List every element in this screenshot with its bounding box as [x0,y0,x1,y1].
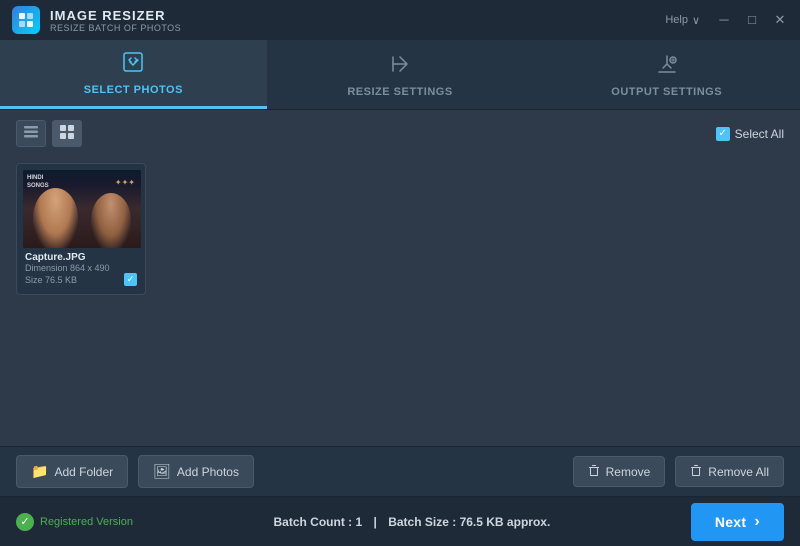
app-title: IMAGE RESIZER [50,8,181,23]
photo-checkbox[interactable]: ✓ [124,273,137,286]
tab-output-settings[interactable]: OUTPUT SETTINGS [533,40,800,109]
tab-select-photos[interactable]: SELECT PHOTOS [0,40,267,109]
person-right [91,193,131,248]
title-bar-left: IMAGE RESIZER RESIZE BATCH OF PHOTOS [12,6,181,34]
action-bar-right: Remove Remove All [573,456,784,487]
output-settings-icon [655,52,679,82]
batch-info: Batch Count : 1 | Batch Size : 76.5 KB a… [273,515,550,529]
app-title-block: IMAGE RESIZER RESIZE BATCH OF PHOTOS [50,8,181,33]
select-all-area[interactable]: ✓ Select All [716,127,784,141]
registered-icon: ✓ [16,513,34,531]
star-decoration: ✦✦✦ [115,178,135,187]
batch-size-label: Batch Size : [388,515,456,529]
select-all-label: Select All [735,127,784,141]
remove-button[interactable]: Remove [573,456,666,487]
add-folder-button[interactable]: 📁 Add Folder [16,455,128,488]
tab-resize-settings-label: RESIZE SETTINGS [347,86,452,98]
minimize-button[interactable]: ─ [716,12,732,28]
remove-all-label: Remove All [708,465,769,479]
registered-badge: ✓ Registered Version [16,513,133,531]
select-photos-icon [121,50,145,80]
remove-all-icon [690,464,702,479]
window-controls: ─ □ ✕ [716,12,788,28]
close-button[interactable]: ✕ [772,12,788,28]
grid-view-button[interactable] [52,120,82,147]
next-arrow-icon: › [754,513,760,531]
grid-view-icon [60,127,74,142]
photo-dimension: Dimension 864 x 490 [25,263,137,273]
batch-count-label: Batch Count : [273,515,352,529]
help-chevron: ∨ [692,14,700,27]
add-photos-icon: 🖼 [153,463,171,480]
batch-count-value: 1 [355,515,362,529]
photo-size: Size 76.5 KB [25,275,77,285]
photo-item-0[interactable]: HINDISONGS ✦✦✦ Capture.JPG Dimension 864… [16,163,146,295]
tab-resize-settings[interactable]: RESIZE SETTINGS [267,40,534,109]
next-button[interactable]: Next › [691,503,784,541]
person-left [33,188,78,248]
tabs: SELECT PHOTOS RESIZE SETTINGS OUTPUT SET… [0,40,800,110]
view-toolbar: ✓ Select All [16,120,784,147]
registered-label: Registered Version [40,516,133,528]
remove-all-button[interactable]: Remove All [675,456,784,487]
add-photos-button[interactable]: 🖼 Add Photos [138,455,254,488]
photo-thumb-inner: HINDISONGS ✦✦✦ [23,170,141,248]
list-view-icon [24,127,38,142]
help-label: Help [665,14,688,26]
remove-icon [588,464,600,479]
photo-name: Capture.JPG [25,252,137,263]
add-folder-label: Add Folder [54,465,113,479]
add-photos-label: Add Photos [177,465,239,479]
tab-output-settings-label: OUTPUT SETTINGS [611,86,722,98]
restore-button[interactable]: □ [744,12,760,28]
add-folder-icon: 📁 [31,463,48,480]
view-buttons [16,120,82,147]
next-label: Next [715,514,747,530]
photo-size-row: Size 76.5 KB ✓ [25,273,137,286]
resize-settings-icon [388,52,412,82]
select-all-checkbox[interactable]: ✓ [716,127,730,141]
list-view-button[interactable] [16,120,46,147]
title-bar-right: Help ∨ ─ □ ✕ [665,12,788,28]
photo-info: Capture.JPG Dimension 864 x 490 Size 76.… [23,248,139,288]
batch-divider: | [374,515,381,529]
app-subtitle: RESIZE BATCH OF PHOTOS [50,23,181,33]
photo-overlay-text: HINDISONGS [27,174,49,191]
main-content: ✓ Select All HINDISONGS ✦✦✦ Ca [0,110,800,446]
help-button[interactable]: Help ∨ [665,14,700,27]
tab-select-photos-label: SELECT PHOTOS [84,84,183,96]
action-bar: 📁 Add Folder 🖼 Add Photos Remove [0,446,800,496]
photo-thumbnail: HINDISONGS ✦✦✦ [23,170,141,248]
status-bar: ✓ Registered Version Batch Count : 1 | B… [0,496,800,546]
title-bar: IMAGE RESIZER RESIZE BATCH OF PHOTOS Hel… [0,0,800,40]
app-icon [12,6,40,34]
photo-grid: HINDISONGS ✦✦✦ Capture.JPG Dimension 864… [16,157,784,301]
remove-label: Remove [606,465,651,479]
batch-size-value: 76.5 KB approx. [460,515,551,529]
